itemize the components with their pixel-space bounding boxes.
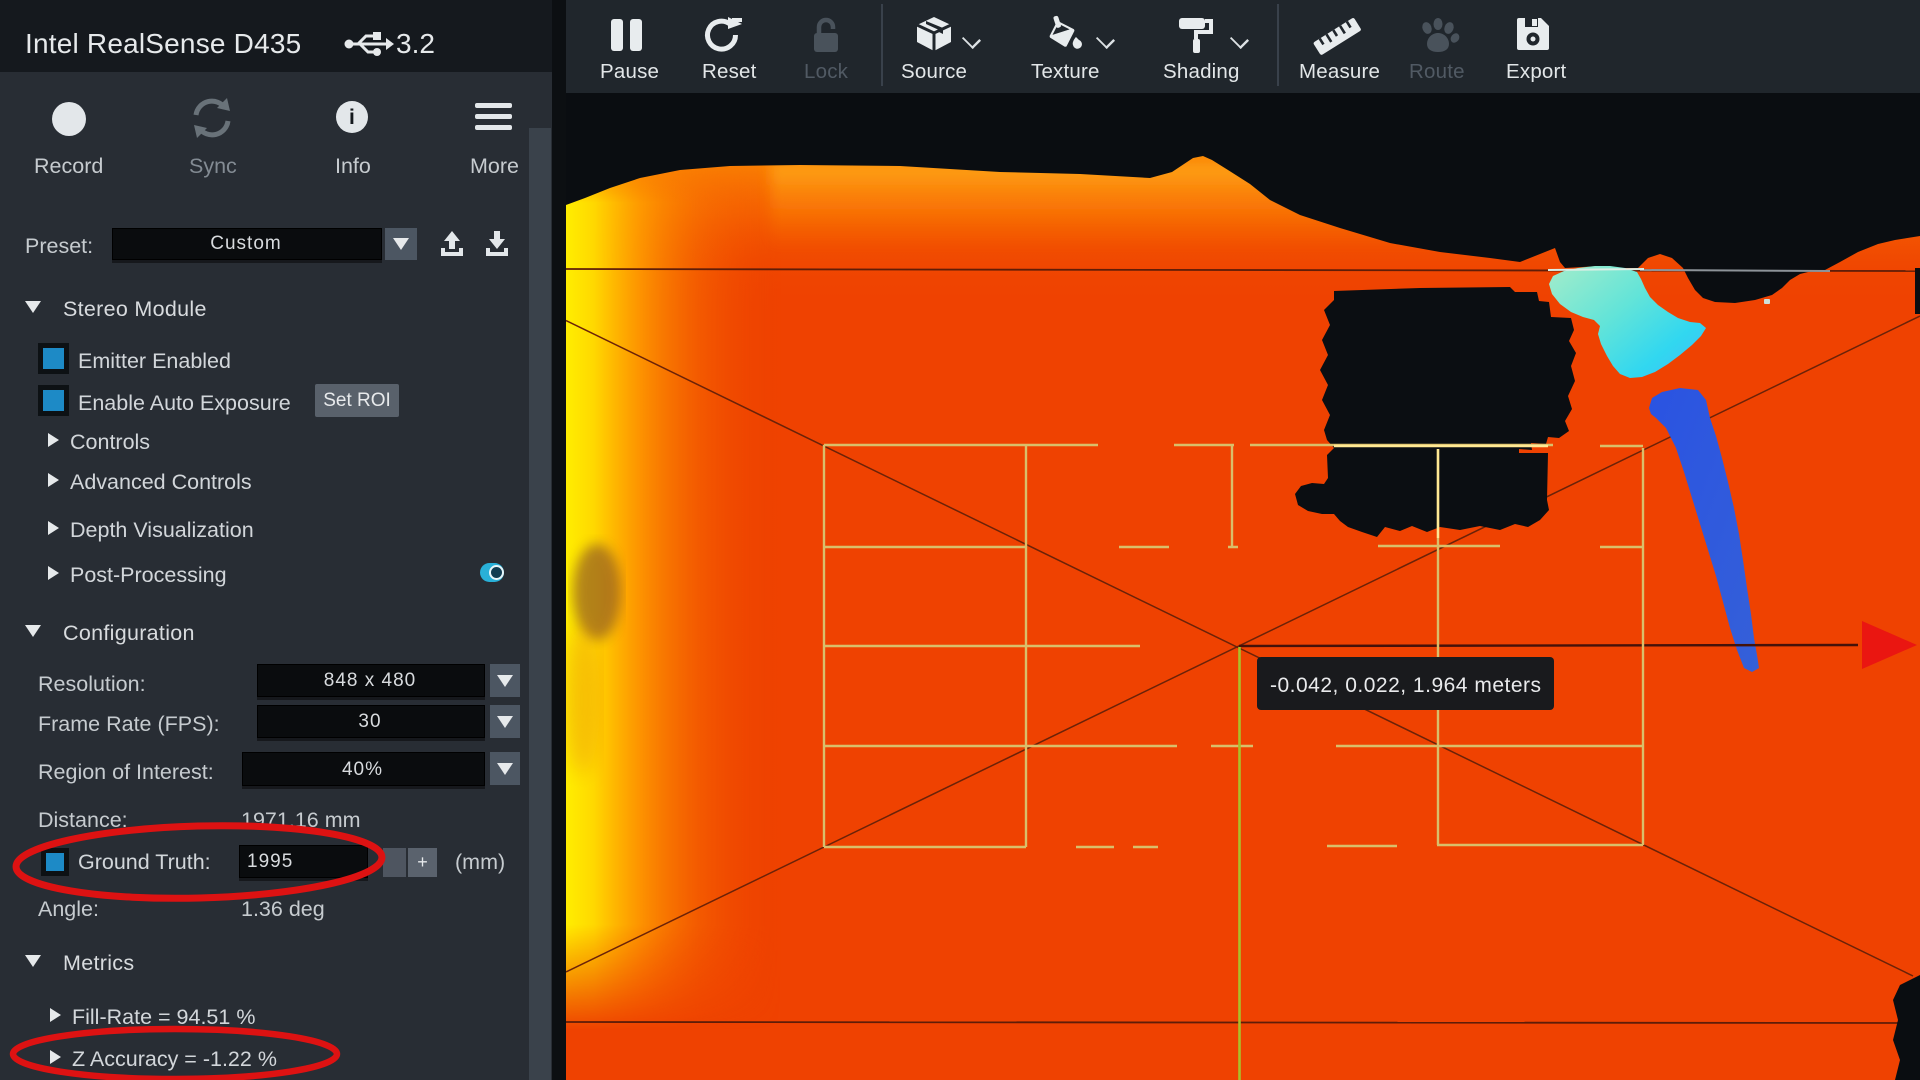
svg-text:-0.042, 0.022, 1.964 meters: -0.042, 0.022, 1.964 meters bbox=[1270, 674, 1542, 697]
